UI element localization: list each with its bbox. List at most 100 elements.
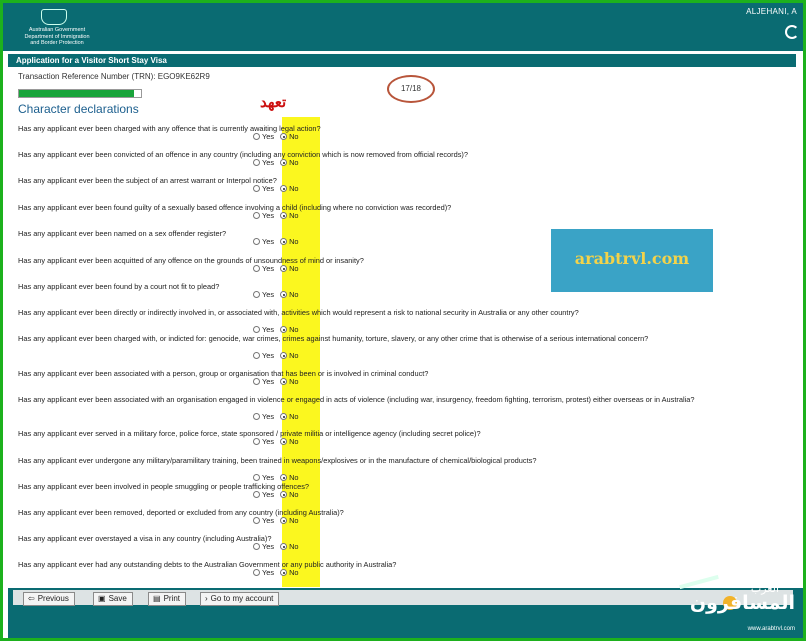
answer-group: Yes No bbox=[253, 351, 305, 360]
account-label: Go to my account bbox=[210, 594, 274, 603]
question-text: Has any applicant ever been charged with… bbox=[18, 334, 649, 343]
answer-group: Yes No bbox=[253, 132, 305, 141]
no-radio[interactable] bbox=[280, 543, 288, 550]
question-text: Has any applicant ever been directly or … bbox=[18, 308, 579, 317]
no-radio[interactable] bbox=[280, 474, 288, 481]
no-radio[interactable] bbox=[280, 352, 288, 359]
yes-radio[interactable] bbox=[253, 474, 260, 481]
previous-button[interactable]: ⇦ Previous bbox=[23, 592, 75, 606]
no-label: No bbox=[289, 490, 299, 499]
question-text: Has any applicant ever been associated w… bbox=[18, 369, 429, 378]
answer-group: Yes No bbox=[253, 184, 305, 193]
no-radio[interactable] bbox=[280, 326, 288, 333]
no-radio[interactable] bbox=[280, 569, 288, 576]
no-radio[interactable] bbox=[280, 265, 288, 272]
answer-group: Yes No bbox=[253, 158, 305, 167]
no-radio[interactable] bbox=[280, 133, 288, 140]
yes-label: Yes bbox=[262, 184, 275, 193]
no-radio[interactable] bbox=[280, 438, 288, 445]
answer-group: Yes No bbox=[253, 211, 305, 220]
question-text: Has any applicant ever been involved in … bbox=[18, 482, 310, 491]
no-radio[interactable] bbox=[280, 291, 288, 298]
no-label: No bbox=[289, 132, 299, 141]
question-text: Has any applicant ever been the subject … bbox=[18, 176, 277, 185]
no-label: No bbox=[289, 568, 299, 577]
no-label: No bbox=[289, 237, 299, 246]
brand-name: المسافرون bbox=[689, 592, 795, 614]
yes-radio[interactable] bbox=[253, 291, 260, 298]
yes-radio[interactable] bbox=[253, 517, 260, 524]
answer-group: Yes No bbox=[253, 325, 305, 334]
no-radio[interactable] bbox=[280, 517, 288, 524]
yes-radio[interactable] bbox=[253, 438, 260, 445]
yes-label: Yes bbox=[262, 437, 275, 446]
no-radio[interactable] bbox=[280, 159, 288, 166]
yes-radio[interactable] bbox=[253, 185, 260, 192]
question-text: Has any applicant ever served in a milit… bbox=[18, 429, 481, 438]
yes-radio[interactable] bbox=[253, 238, 260, 245]
no-radio[interactable] bbox=[280, 413, 288, 420]
question-text: Has any applicant ever undergone any mil… bbox=[18, 456, 537, 465]
account-button[interactable]: › Go to my account bbox=[200, 592, 280, 606]
yes-radio[interactable] bbox=[253, 265, 260, 272]
yes-label: Yes bbox=[262, 132, 275, 141]
no-radio[interactable] bbox=[280, 185, 288, 192]
save-button[interactable]: ▣ Save bbox=[93, 592, 133, 606]
yes-label: Yes bbox=[262, 473, 275, 482]
yes-radio[interactable] bbox=[253, 133, 260, 140]
answer-group: Yes No bbox=[253, 568, 305, 577]
watermark-banner: arabtrvl.com bbox=[551, 229, 713, 292]
answer-group: Yes No bbox=[253, 412, 305, 421]
no-radio[interactable] bbox=[280, 212, 288, 219]
brand-logo: العرب المسافرون www.arabtrvl.com bbox=[669, 574, 801, 638]
yes-label: Yes bbox=[262, 351, 275, 360]
no-label: No bbox=[289, 184, 299, 193]
answer-group: Yes No bbox=[253, 473, 305, 482]
yes-label: Yes bbox=[262, 237, 275, 246]
yes-radio[interactable] bbox=[253, 352, 260, 359]
question-text: Has any applicant ever had any outstandi… bbox=[18, 560, 397, 569]
save-label: Save bbox=[108, 594, 127, 603]
print-icon: ▤ bbox=[153, 594, 161, 603]
no-label: No bbox=[289, 211, 299, 220]
answer-group: Yes No bbox=[253, 516, 305, 525]
yes-label: Yes bbox=[262, 264, 275, 273]
no-radio[interactable] bbox=[280, 238, 288, 245]
question-text: Has any applicant ever been charged with… bbox=[18, 124, 321, 133]
question-text: Has any applicant ever been convicted of… bbox=[18, 150, 468, 159]
airplane-icon bbox=[679, 574, 719, 590]
answer-group: Yes No bbox=[253, 490, 305, 499]
no-label: No bbox=[289, 264, 299, 273]
brand-url: www.arabtrvl.com bbox=[747, 626, 795, 632]
yes-radio[interactable] bbox=[253, 543, 260, 550]
no-radio[interactable] bbox=[280, 378, 288, 385]
no-label: No bbox=[289, 158, 299, 167]
yes-label: Yes bbox=[262, 490, 275, 499]
yes-radio[interactable] bbox=[253, 413, 260, 420]
save-icon: ▣ bbox=[98, 594, 106, 603]
no-label: No bbox=[289, 473, 299, 482]
question-text: Has any applicant ever been associated w… bbox=[18, 395, 695, 404]
answer-group: Yes No bbox=[253, 437, 305, 446]
yes-label: Yes bbox=[262, 542, 275, 551]
no-label: No bbox=[289, 412, 299, 421]
yes-radio[interactable] bbox=[253, 326, 260, 333]
answer-group: Yes No bbox=[253, 237, 305, 246]
print-button[interactable]: ▤ Print bbox=[148, 592, 187, 606]
arrow-right-icon: › bbox=[205, 594, 208, 603]
yes-radio[interactable] bbox=[253, 159, 260, 166]
no-label: No bbox=[289, 516, 299, 525]
no-label: No bbox=[289, 377, 299, 386]
arrow-left-icon: ⇦ bbox=[28, 594, 35, 603]
yes-radio[interactable] bbox=[253, 491, 260, 498]
yes-radio[interactable] bbox=[253, 378, 260, 385]
yes-radio[interactable] bbox=[253, 212, 260, 219]
answer-group: Yes No bbox=[253, 290, 305, 299]
watermark-text: arabtrvl.com bbox=[574, 249, 690, 268]
yes-radio[interactable] bbox=[253, 569, 260, 576]
no-label: No bbox=[289, 542, 299, 551]
questions-list: Has any applicant ever been charged with… bbox=[3, 3, 803, 603]
yes-label: Yes bbox=[262, 158, 275, 167]
no-radio[interactable] bbox=[280, 491, 288, 498]
yes-label: Yes bbox=[262, 516, 275, 525]
